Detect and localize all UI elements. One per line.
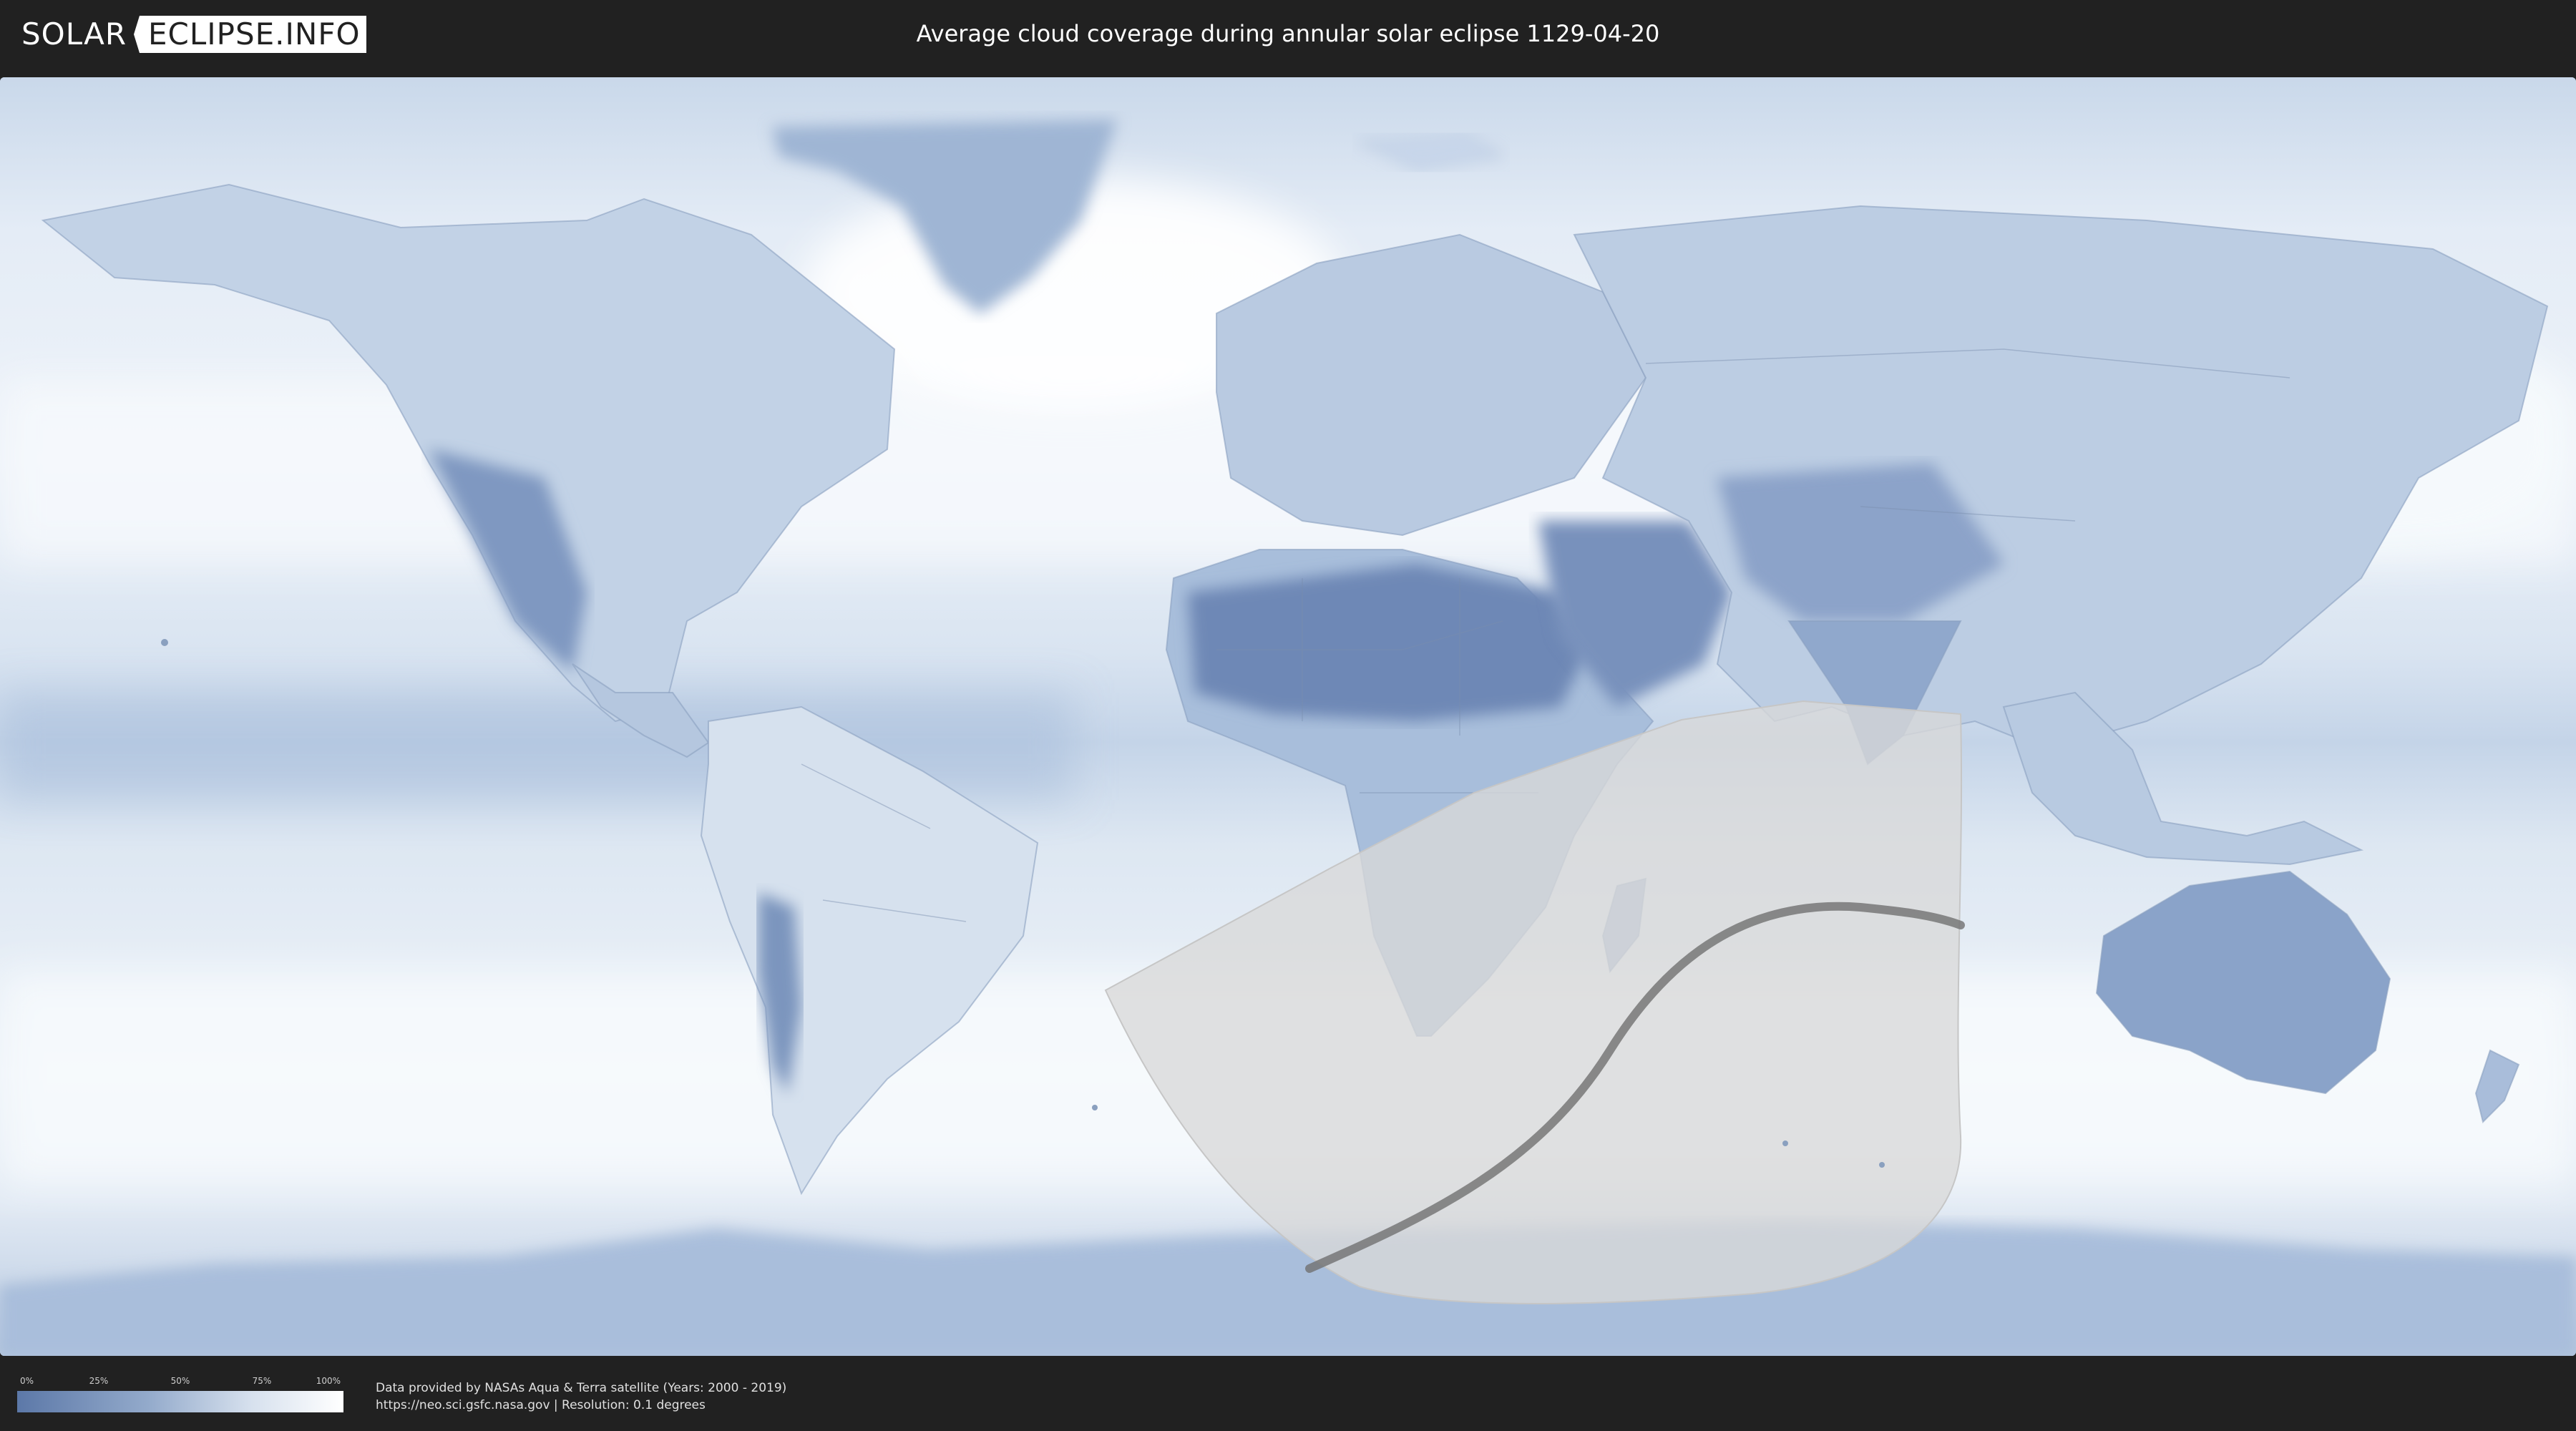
legend-tick-0: 0% bbox=[20, 1376, 34, 1386]
credits-line-2[interactable]: https://neo.sci.gsfc.nasa.gov | Resoluti… bbox=[376, 1397, 786, 1414]
header-bar: SOLAR ECLIPSE.INFO Average cloud coverag… bbox=[0, 0, 2576, 72]
legend-tick-labels: 0% 25% 50% 75% 100% bbox=[17, 1376, 343, 1386]
credits-line-1: Data provided by NASAs Aqua & Terra sate… bbox=[376, 1381, 787, 1395]
sahara bbox=[1186, 562, 1590, 723]
page-title: Average cloud coverage during annular so… bbox=[916, 20, 1660, 47]
legend-tick-25: 25% bbox=[89, 1376, 109, 1386]
cloud-coverage-legend-bar bbox=[17, 1391, 343, 1412]
legend-tick-50: 50% bbox=[170, 1376, 190, 1386]
world-map-svg bbox=[0, 77, 2576, 1356]
legend-tick-75: 75% bbox=[252, 1376, 272, 1386]
cloud-coverage-map[interactable] bbox=[0, 77, 2576, 1356]
legend-tick-100: 100% bbox=[316, 1376, 341, 1386]
data-credits: Data provided by NASAs Aqua & Terra sate… bbox=[376, 1379, 786, 1414]
